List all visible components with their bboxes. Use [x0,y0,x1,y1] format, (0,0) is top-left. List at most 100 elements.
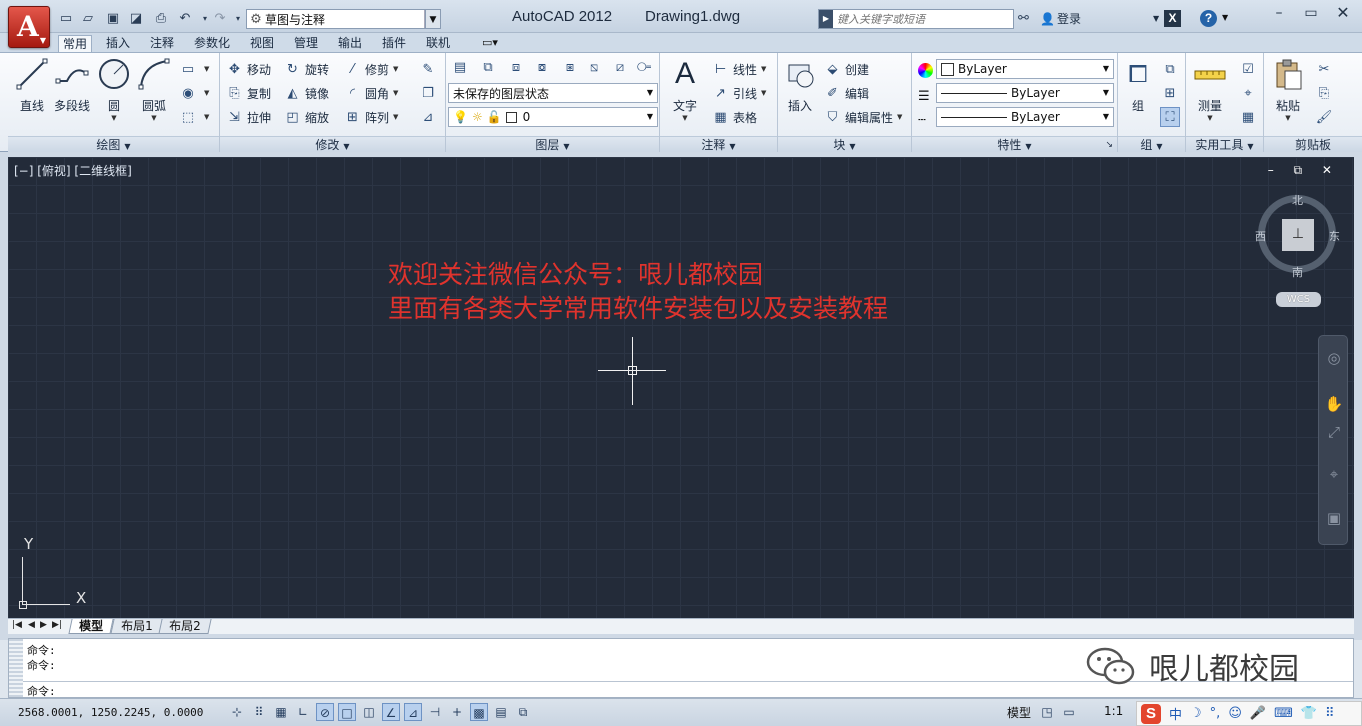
expand-arrow-icon[interactable]: ▶ [819,10,833,28]
panel-title-draw[interactable]: 绘图 ▼ [8,136,219,153]
match-properties-icon[interactable]: 🖌 [1314,107,1334,127]
region-icon[interactable]: ⬚ [178,107,198,127]
layer-match-icon[interactable]: ⧄ [610,57,630,77]
panel-title-clipboard[interactable]: 剪贴板 [1264,136,1362,153]
lineweight-toggle-icon[interactable]: + [448,703,466,721]
layer-states-icon[interactable]: ⧉ [478,57,498,77]
tab-model[interactable]: 模型 [68,619,114,634]
rectangle-icon[interactable]: ▭ [178,59,198,79]
open-file-icon[interactable]: ▱ [80,10,96,26]
layer-lock-icon[interactable]: ⧅ [584,57,604,77]
move-tool[interactable]: ✥ 移动 [226,59,271,79]
polyline-tool[interactable]: 多段线 [52,57,92,114]
application-menu-button[interactable]: A ▼ [8,6,50,48]
tab-online[interactable]: 联机 [422,35,454,52]
layer-off-icon[interactable]: ⧈ [506,57,526,77]
stretch-tool[interactable]: ⇲ 拉伸 [226,107,271,127]
create-block-tool[interactable]: ⬙ 创建 [824,59,870,79]
array-tool[interactable]: ⊞ 阵列 ▼ [344,107,398,127]
chevron-down-icon[interactable]: ▼ [204,65,209,73]
id-point-icon[interactable]: ⌖ [1238,83,1258,103]
hatch-icon[interactable]: ◉ [178,83,198,103]
quick-select-icon[interactable]: ☑ [1238,59,1258,79]
cut-icon[interactable]: ✂ [1314,59,1334,79]
help-search-box[interactable]: ▶ [818,9,1014,29]
search-input[interactable] [833,12,1013,26]
scale-tool[interactable]: ◰ 缩放 [284,107,329,127]
quick-properties-icon[interactable]: ▤ [492,703,510,721]
edit-block-tool[interactable]: ✐ 编辑 [824,83,869,103]
lineweight-select[interactable]: ByLayer ▼ [936,83,1114,103]
undo-dropdown-icon[interactable]: ▾ [197,10,213,26]
layer-properties-icon[interactable]: ▤ [450,57,470,77]
dynamic-ucs-icon[interactable]: ⊿ [404,703,422,721]
grid-display-icon[interactable]: ▦ [272,703,290,721]
panel-title-annotation[interactable]: 注释 ▼ [660,136,777,153]
tab-layout2[interactable]: 布局2 [158,619,212,634]
binoculars-icon[interactable]: ⚯ [1018,11,1029,26]
microphone-icon[interactable]: 🎤 [1250,706,1266,721]
redo-dropdown-icon[interactable]: ▾ [230,10,246,26]
model-space-button[interactable]: 模型 [1007,704,1031,721]
command-line-grip[interactable] [9,639,23,697]
new-file-icon[interactable]: ▭ [58,10,74,26]
ribbon-toggle-icon[interactable]: ▭▾ [482,36,498,49]
paste-tool[interactable]: 粘贴 ▼ [1270,57,1306,122]
viewport-controls-label[interactable]: [−] [俯视] [二维线框] [14,162,132,179]
calculator-icon[interactable]: ▦ [1238,107,1258,127]
rotate-tool[interactable]: ↻ 旋转 [284,59,329,79]
panel-title-layers[interactable]: 图层 ▼ [446,136,659,153]
login-button[interactable]: 👤 登录 ▼ [1040,10,1159,27]
linetype-select[interactable]: ByLayer ▼ [936,107,1114,127]
layer-state-select[interactable]: 未保存的图层状态 ▼ [448,83,658,103]
offset-icon[interactable]: ⊿ [418,107,438,127]
keyboard-icon[interactable]: ⌨ [1274,706,1293,721]
selection-cycling-icon[interactable]: ⧉ [514,703,532,721]
grid-menu-icon[interactable]: ⠿ [1325,706,1335,721]
panel-title-block[interactable]: 块 ▼ [778,136,911,153]
compass-west[interactable]: 西 [1255,228,1266,244]
tab-parametric[interactable]: 参数化 [190,35,234,52]
table-tool[interactable]: ▦ 表格 [712,107,757,127]
circle-tool[interactable]: 圆 ▼ [96,57,132,122]
save-as-icon[interactable]: ◪ [128,10,144,26]
polar-tracking-icon[interactable]: ⊘ [316,703,334,721]
snap-mode-icon[interactable]: ⠿ [250,703,268,721]
maximize-button[interactable]: ▭ [1295,0,1327,25]
last-tab-icon[interactable]: ▶| [52,620,62,630]
undo-icon[interactable]: ↶ [177,10,193,26]
layer-isolate-icon[interactable]: ⧇ [532,57,552,77]
ime-mode[interactable]: 中 [1169,704,1182,723]
group-tool[interactable]: ⧠ 组 [1120,57,1156,114]
annotation-scale[interactable]: 1:1 [1104,704,1123,718]
copy-clip-icon[interactable]: ⎘ [1314,83,1334,103]
3d-object-snap-icon[interactable]: ◫ [360,703,378,721]
color-select[interactable]: ByLayer ▼ [936,59,1114,79]
qat-customize-button[interactable]: ▼ [425,9,441,29]
chevron-down-icon[interactable]: ▼ [1190,114,1230,122]
layer-freeze-icon[interactable]: ⧆ [560,57,580,77]
help-icon[interactable]: ? [1200,10,1217,27]
orbit-icon[interactable]: ⌖ [1324,464,1344,484]
trim-tool[interactable]: ⁄ 修剪 ▼ [344,59,398,79]
save-icon[interactable]: ▣ [105,10,121,26]
panel-title-properties[interactable]: 特性 ▼ ↘ [912,136,1117,153]
wcs-menu-button[interactable]: WCS [1276,292,1321,307]
ime-toolbar[interactable]: S 中 ☽ °, ☺ 🎤 ⌨ 👕 ⠿ [1136,701,1362,726]
edit-attributes-tool[interactable]: ⛉ 编辑属性 ▼ [824,107,903,127]
moon-icon[interactable]: ☽ [1190,706,1202,721]
exchange-icon[interactable]: X [1164,10,1181,27]
text-tool[interactable]: A 文字 ▼ [668,57,702,122]
coordinate-readout[interactable]: 2568.0001, 1250.2245, 0.0000 [18,706,203,719]
zoom-icon[interactable]: ⤢ [1324,422,1344,442]
arc-tool[interactable]: 圆弧 ▼ [136,57,172,122]
chevron-down-icon[interactable]: ▼ [136,114,172,122]
dynamic-input-icon[interactable]: ⊣ [426,703,444,721]
workspace-select[interactable]: ⚙ 草图与注释 ▼ [246,9,441,29]
tab-view[interactable]: 视图 [246,35,278,52]
sogou-ime-icon[interactable]: S [1141,703,1161,724]
leader-tool[interactable]: ↗ 引线 ▼ [712,83,766,103]
layer-walk-icon[interactable]: ⧃ [634,57,654,77]
print-icon[interactable]: ⎙ [153,10,169,26]
tab-output[interactable]: 输出 [334,35,366,52]
